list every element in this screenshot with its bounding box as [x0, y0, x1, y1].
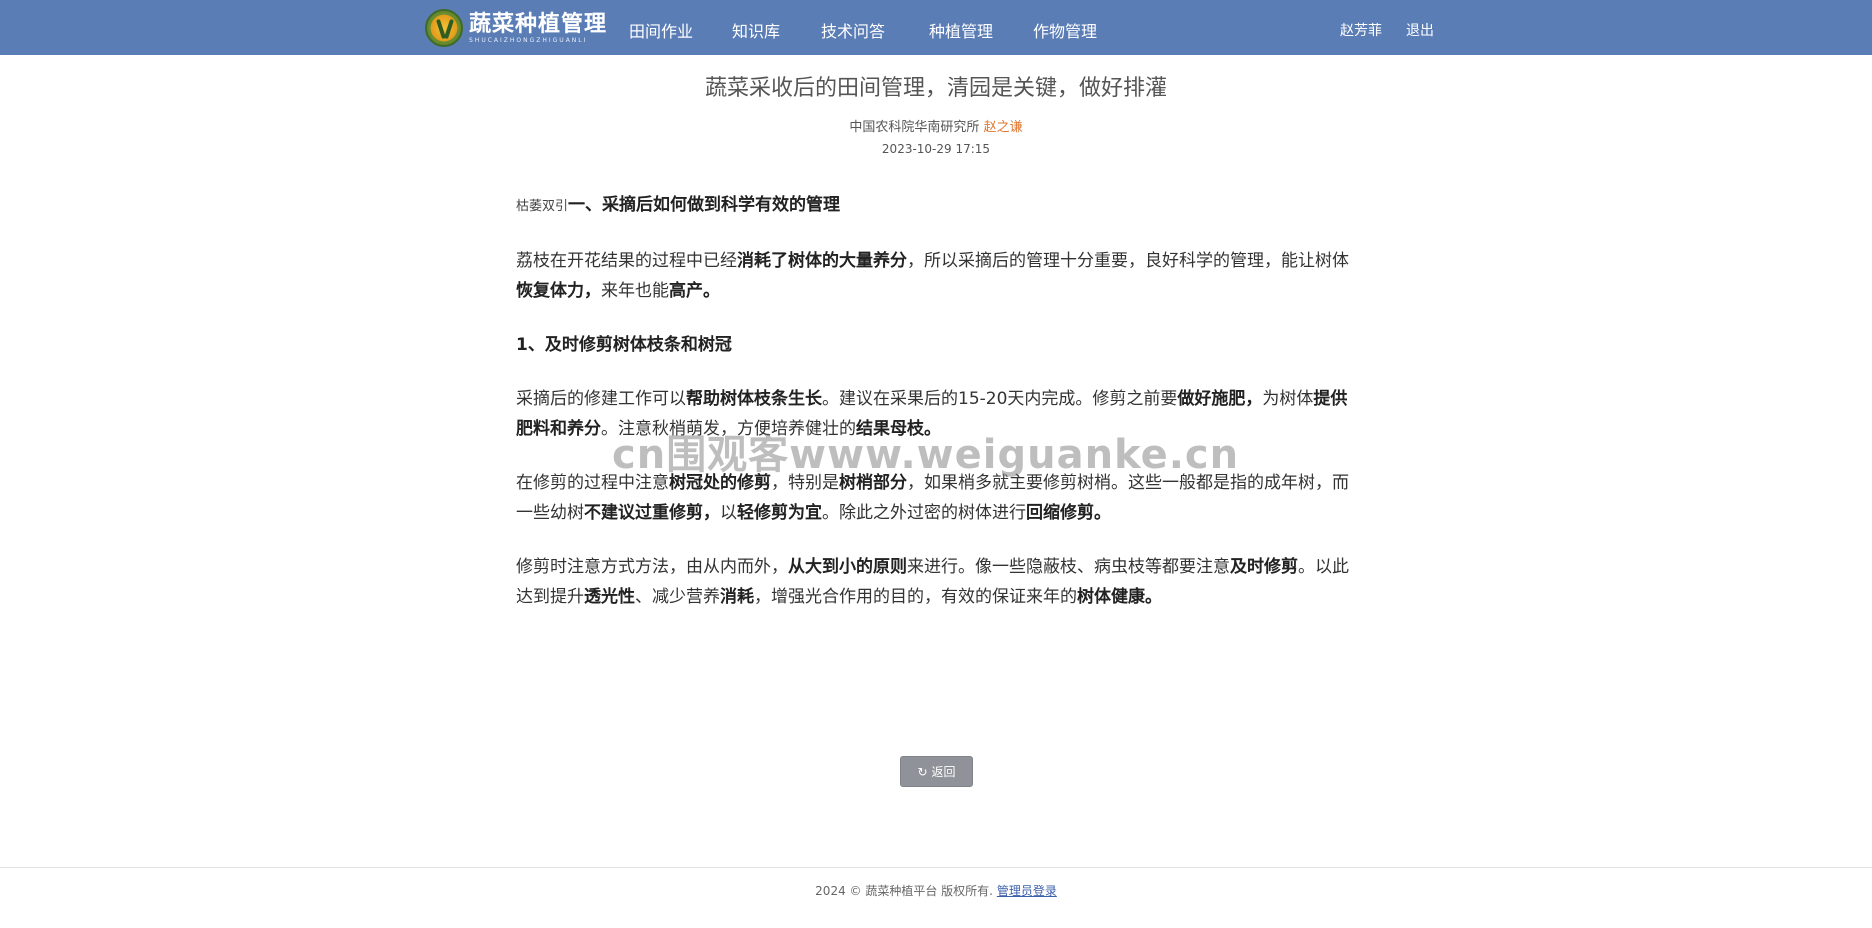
back-button[interactable]: ↻ 返回	[900, 756, 973, 787]
bold-run: 透光性	[584, 587, 635, 607]
text-run: 为树体	[1262, 389, 1314, 409]
text-run: 。建议在采果后的15-20天内完成。修剪之前要	[822, 389, 1178, 409]
text-run: 来年也能	[601, 281, 669, 301]
text-run: 荔枝在开花结果的过程中已经	[516, 251, 737, 271]
paragraph-prefix: 枯萎双引	[516, 199, 569, 214]
top-navbar: 蔬菜种植管理 SHUCAIZHONGZHIGUANLI 田间作业 知识库 技术问…	[0, 0, 1872, 55]
bold-run: 高产。	[669, 281, 720, 301]
bold-run: 树体健康。	[1077, 587, 1162, 607]
back-button-label: 返回	[931, 765, 956, 779]
user-name-link[interactable]: 赵芳菲	[1340, 20, 1382, 40]
refresh-icon: ↻	[917, 764, 928, 779]
site-logo[interactable]: 蔬菜种植管理 SHUCAIZHONGZHIGUANLI	[425, 8, 607, 48]
text-run: 。注意秋梢萌发，方便培养健壮的	[601, 419, 856, 439]
admin-login-link[interactable]: 管理员登录	[997, 884, 1057, 898]
text-run: 、减少营养	[635, 587, 720, 607]
nav-knowledge-base[interactable]: 知识库	[732, 18, 780, 42]
text-run: 采摘后的修建工作可以	[516, 389, 686, 409]
article-source: 中国农科院华南研究所 赵之谦	[0, 116, 1872, 135]
logo-title: 蔬菜种植管理	[469, 10, 608, 37]
paragraph-method: 修剪时注意方式方法，由从内而外，从大到小的原则来进行。像一些隐蔽枝、病虫枝等都要…	[516, 552, 1361, 612]
bold-run: 树梢部分	[839, 473, 907, 493]
text-run: ，特别是	[771, 473, 839, 493]
paragraph-subheading: 1、及时修剪树体枝条和树冠	[516, 330, 1361, 360]
bold-run: 不建议过重修剪，	[584, 503, 720, 523]
article-title: 蔬菜采收后的田间管理，清园是关键，做好排灌	[704, 76, 1167, 101]
bold-run: 结果母枝。	[856, 419, 941, 439]
bold-run: 及时修剪	[1230, 557, 1298, 577]
bold-run: 回缩修剪。	[1026, 503, 1111, 523]
article-date: 2023-10-29 17:15	[881, 142, 991, 156]
logo-text: 蔬菜种植管理 SHUCAIZHONGZHIGUANLI	[469, 13, 607, 44]
section-heading: 一、采摘后如何做到科学有效的管理	[568, 195, 841, 215]
paragraph-heading-1: 枯萎双引一、采摘后如何做到科学有效的管理	[516, 190, 1361, 222]
bold-run: 轻修剪为宜	[737, 503, 822, 523]
nav-field-work[interactable]: 田间作业	[629, 18, 693, 42]
bold-run: 消耗了树体的大量养分	[737, 251, 907, 271]
article-content: 枯萎双引一、采摘后如何做到科学有效的管理 荔枝在开花结果的过程中已经消耗了树体的…	[516, 190, 1361, 636]
bold-run: 恢复体力，	[516, 281, 601, 301]
subsection-heading: 1、及时修剪树体枝条和树冠	[516, 335, 732, 355]
nav-tech-qa[interactable]: 技术问答	[821, 18, 885, 42]
paragraph-crown: 在修剪的过程中注意树冠处的修剪，特别是树梢部分，如果梢多就主要修剪树梢。这些一般…	[516, 468, 1361, 528]
bold-run: 树冠处的修剪	[669, 473, 771, 493]
footer-copyright: 2024 © 蔬菜种植平台 版权所有.	[815, 884, 993, 898]
source-org: 中国农科院华南研究所	[849, 120, 980, 135]
author-name: 赵之谦	[983, 120, 1023, 135]
bold-run: 从大到小的原则	[788, 557, 907, 577]
text-run: 。除此之外过密的树体进行	[822, 503, 1026, 523]
nav-planting-management[interactable]: 种植管理	[929, 18, 993, 42]
nav-crop-management[interactable]: 作物管理	[1033, 18, 1097, 42]
text-run: ，增强光合作用的目的，有效的保证来年的	[754, 587, 1077, 607]
wheat-logo-icon	[425, 9, 463, 47]
bold-run: 帮助树体枝条生长	[686, 389, 822, 409]
text-run: 在修剪的过程中注意	[516, 473, 669, 493]
text-run: 修剪时注意方式方法，由从内而外，	[516, 557, 788, 577]
paragraph-pruning: 采摘后的修建工作可以帮助树体枝条生长。建议在采果后的15-20天内完成。修剪之前…	[516, 384, 1361, 444]
text-run: 以	[720, 503, 737, 523]
logout-link[interactable]: 退出	[1406, 20, 1434, 40]
footer-divider	[0, 867, 1872, 868]
footer: 2024 © 蔬菜种植平台 版权所有. 管理员登录	[0, 882, 1872, 899]
text-run: ，所以采摘后的管理十分重要，良好科学的管理，能让树体	[907, 251, 1349, 271]
logo-subtitle: SHUCAIZHONGZHIGUANLI	[469, 36, 588, 44]
bold-run: 消耗	[720, 587, 754, 607]
paragraph-intro: 荔枝在开花结果的过程中已经消耗了树体的大量养分，所以采摘后的管理十分重要，良好科…	[516, 246, 1361, 306]
bold-run: 做好施肥，	[1177, 389, 1263, 409]
text-run: 来进行。像一些隐蔽枝、病虫枝等都要注意	[907, 557, 1230, 577]
